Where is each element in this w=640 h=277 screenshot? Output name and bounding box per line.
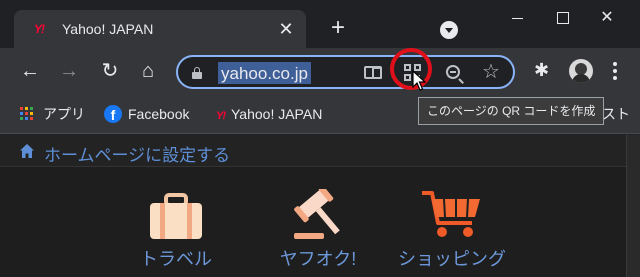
profile-avatar[interactable] [569,59,593,83]
bookmark-overflow[interactable]: スト [602,105,630,123]
url-text[interactable]: yahoo.co.jp [218,62,311,84]
extensions-puzzle-icon[interactable]: ✱ [534,61,552,79]
reload-button[interactable]: ↻ [98,59,122,83]
set-homepage-bar[interactable]: ホームページに設定する [0,135,640,167]
new-tab-button[interactable]: + [326,16,350,41]
qr-tooltip: このページの QR コードを作成 [418,97,605,125]
shopping-cart-icon [422,191,480,237]
suitcase-icon [150,193,202,239]
apps-grid-icon [20,107,34,121]
service-travel-label: トラベル [140,249,212,269]
bookmark-yahoo-japan[interactable]: Y! Yahoo! JAPAN [216,105,322,123]
window-close-button[interactable]: ✕ [597,8,617,28]
toolbar: ← → ↻ ⌂ yahoo.co.jp ☆ ✱ [0,48,640,94]
address-bar[interactable]: yahoo.co.jp ☆ [176,55,515,89]
more-menu-icon[interactable] [613,62,617,80]
forward-button[interactable]: → [57,59,81,83]
minimize-button[interactable] [508,8,528,28]
bookmark-yahoo-label: Yahoo! JAPAN [231,106,323,122]
facebook-icon: f [104,105,122,124]
bookmark-apps[interactable]: アプリ [20,105,85,123]
zoom-icon[interactable] [446,65,460,79]
service-auction-label: ヤフオク! [279,249,357,269]
yahoo-icon: Y! [216,110,226,122]
tab-title: Yahoo! JAPAN [62,21,154,37]
service-auction[interactable]: ヤフオク! [268,185,368,277]
bookmark-star-icon[interactable]: ☆ [482,60,500,84]
service-travel[interactable]: トラベル [126,185,226,277]
cast-icon[interactable] [364,66,382,79]
yahoo-favicon-icon: Y! [34,22,45,36]
tab-yahoo-japan[interactable]: Y! Yahoo! JAPAN ✕ [14,10,306,48]
service-shopping[interactable]: ショッピング [398,185,506,277]
service-shopping-label: ショッピング [398,249,506,269]
bookmark-apps-label: アプリ [43,106,85,122]
scrollbar[interactable] [626,135,640,277]
tab-close-icon[interactable]: ✕ [276,19,296,39]
tab-strip: Y! Yahoo! JAPAN ✕ + ✕ [0,0,640,48]
home-icon [20,144,34,158]
home-button[interactable]: ⌂ [136,59,160,83]
tab-search-icon[interactable] [440,21,458,39]
mouse-cursor-icon [412,70,426,91]
gavel-icon [294,189,340,239]
lock-icon[interactable] [192,67,202,79]
set-homepage-link[interactable]: ホームページに設定する [44,141,230,166]
bookmark-facebook-label: Facebook [128,106,190,122]
bookmark-facebook[interactable]: f Facebook [104,105,190,124]
back-button[interactable]: ← [18,59,42,83]
maximize-button[interactable] [553,8,573,28]
page-content: ホームページに設定する トラベル ヤフオク! ショッピング [0,135,640,277]
